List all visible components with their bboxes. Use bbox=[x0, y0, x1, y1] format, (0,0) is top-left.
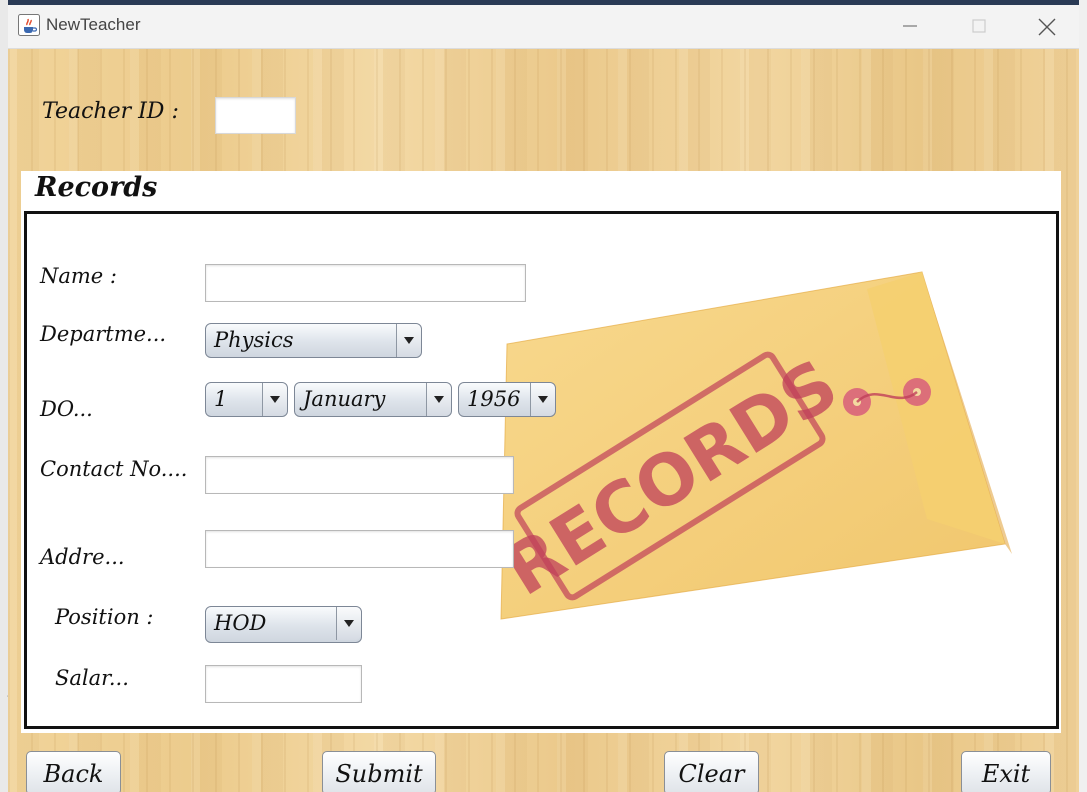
close-icon bbox=[1038, 18, 1056, 36]
records-panel: Records RECORDS Name: Departme... Physi… bbox=[21, 171, 1061, 733]
name-field[interactable] bbox=[205, 264, 526, 302]
background-window-edge-left bbox=[0, 0, 8, 792]
address-label: Addre... bbox=[40, 545, 125, 569]
exit-button[interactable]: Exit bbox=[961, 751, 1051, 792]
submit-button[interactable]: Submit bbox=[322, 751, 436, 792]
clear-button[interactable]: Clear bbox=[664, 751, 759, 792]
chevron-down-icon bbox=[396, 324, 421, 357]
position-label: Position : bbox=[55, 605, 154, 629]
java-cup-icon bbox=[18, 14, 40, 36]
chevron-down-icon bbox=[336, 607, 361, 640]
chevron-down-icon bbox=[426, 383, 451, 416]
chevron-down-icon bbox=[530, 383, 555, 416]
dob-day-dropdown[interactable]: 1 bbox=[205, 382, 288, 417]
dob-label: DO... bbox=[40, 397, 93, 421]
maximize-icon bbox=[972, 19, 986, 33]
new-teacher-window: NewTeacher Teacher ID : Records RECORDS … bbox=[8, 5, 1079, 792]
dob-year-dropdown[interactable]: 1956 bbox=[458, 382, 556, 417]
teacher-id-field[interactable] bbox=[215, 97, 296, 134]
title-bar[interactable]: NewTeacher bbox=[8, 5, 1079, 49]
name-label: Name : bbox=[40, 264, 117, 288]
salary-label: Salar... bbox=[55, 666, 129, 690]
contact-label: Contact No.... bbox=[40, 457, 188, 481]
close-button[interactable] bbox=[1016, 5, 1076, 48]
chevron-down-icon bbox=[262, 383, 287, 416]
department-label: Departme... bbox=[40, 322, 167, 346]
maximize-button[interactable] bbox=[949, 5, 1009, 48]
position-selected-value: HOD bbox=[214, 611, 267, 635]
window-title: NewTeacher bbox=[46, 15, 141, 34]
dob-month-dropdown[interactable]: January bbox=[294, 382, 452, 417]
back-button[interactable]: Back bbox=[26, 751, 121, 792]
dob-day-value: 1 bbox=[214, 387, 228, 411]
position-dropdown[interactable]: HOD bbox=[205, 606, 362, 643]
address-field[interactable] bbox=[205, 530, 514, 568]
teacher-id-label: Teacher ID : bbox=[42, 99, 179, 124]
records-box: RECORDS Name : Departme... Physics DO... bbox=[24, 211, 1059, 729]
records-envelope-image: RECORDS bbox=[490, 271, 1012, 620]
minimize-button[interactable] bbox=[880, 5, 940, 48]
salary-field[interactable] bbox=[205, 665, 362, 703]
department-dropdown[interactable]: Physics bbox=[205, 323, 422, 358]
dob-year-value: 1956 bbox=[467, 387, 521, 411]
department-selected-value: Physics bbox=[214, 328, 294, 352]
dob-month-value: January bbox=[303, 387, 386, 411]
background-window-edge-right bbox=[1079, 0, 1087, 792]
wood-content-area: Teacher ID : Records RECORDS Name: Depa… bbox=[8, 49, 1079, 792]
minimize-icon bbox=[903, 25, 917, 27]
records-panel-title: Records bbox=[35, 172, 158, 203]
contact-field[interactable] bbox=[205, 456, 514, 494]
